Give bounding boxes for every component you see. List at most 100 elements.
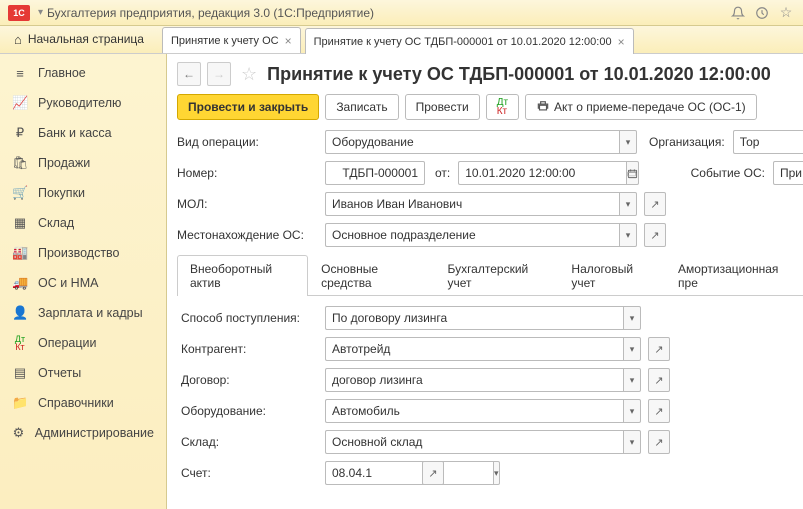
sidebar-item-production[interactable]: 🏭Производство	[0, 238, 166, 268]
contractor-label: Контрагент:	[181, 342, 321, 356]
op-type-label: Вид операции:	[177, 135, 321, 149]
nav-forward-button[interactable]: →	[207, 62, 231, 86]
open-ref-button[interactable]: ↗	[648, 368, 670, 392]
write-button[interactable]: Записать	[325, 94, 398, 120]
sidebar-item-admin[interactable]: ⚙Администрирование	[0, 418, 166, 448]
sidebar-item-reports[interactable]: ▤Отчеты	[0, 358, 166, 388]
dropdown-icon[interactable]: ▾	[623, 430, 641, 454]
favorite-star-icon[interactable]: ☆	[241, 64, 257, 85]
tab-2-label: Принятие к учету ОС ТДБП-000001 от 10.01…	[314, 36, 612, 48]
sidebar-item-os-nma[interactable]: 🚚 ОС и НМА	[0, 268, 166, 298]
org-label: Организация:	[649, 135, 725, 149]
sidebar-item-label: Зарплата и кадры	[38, 306, 143, 320]
chart-icon: 📈	[12, 95, 28, 111]
op-type-input[interactable]	[325, 130, 619, 154]
sidebar-item-salary[interactable]: 👤Зарплата и кадры	[0, 298, 166, 328]
subtab-amortization[interactable]: Амортизационная пре	[665, 255, 803, 296]
equipment-label: Оборудование:	[181, 404, 321, 418]
org-input[interactable]	[733, 130, 803, 154]
contract-label: Договор:	[181, 373, 321, 387]
tab-1-label: Принятие к учету ОС	[171, 35, 279, 47]
sidebar-item-main[interactable]: ≡Главное	[0, 58, 166, 88]
equipment-input[interactable]	[325, 399, 623, 423]
factory-icon: 🏭	[12, 245, 28, 261]
dtkt-button[interactable]: ДтКт	[486, 94, 519, 120]
location-input[interactable]	[325, 223, 619, 247]
open-ref-button[interactable]: ↗	[648, 430, 670, 454]
sidebar-item-bank[interactable]: ₽Банк и касса	[0, 118, 166, 148]
dtkt-icon: ДтКт	[12, 335, 28, 351]
dtkt-icon: ДтКт	[497, 98, 508, 116]
warehouse-label: Склад:	[181, 435, 321, 449]
sidebar-item-warehouse[interactable]: ▦ Склад	[0, 208, 166, 238]
dropdown-icon[interactable]: ▾	[619, 223, 637, 247]
history-icon[interactable]	[753, 4, 771, 22]
mol-input[interactable]	[325, 192, 619, 216]
close-icon[interactable]: ×	[618, 35, 625, 49]
method-input[interactable]	[325, 306, 623, 330]
close-icon[interactable]: ×	[285, 34, 292, 48]
tab-2[interactable]: Принятие к учету ОС ТДБП-000001 от 10.01…	[305, 28, 634, 54]
subtab-fixed-assets[interactable]: Основные средства	[308, 255, 434, 296]
tab-home-label: Начальная страница	[28, 32, 144, 46]
subtab-accounting[interactable]: Бухгалтерский учет	[434, 255, 558, 296]
folder-icon: 📁	[12, 395, 28, 411]
sidebar-item-label: Банк и касса	[38, 126, 112, 140]
dropdown-icon[interactable]: ▾	[623, 337, 641, 361]
tab-1[interactable]: Принятие к учету ОС ×	[162, 27, 301, 53]
star-icon[interactable]: ☆	[777, 4, 795, 22]
dropdown-icon[interactable]: ▾	[619, 192, 637, 216]
sidebar-item-label: Главное	[38, 66, 86, 80]
bell-icon[interactable]	[729, 4, 747, 22]
titlebar: 1C ▾ Бухгалтерия предприятия, редакция 3…	[0, 0, 803, 26]
sidebar-item-sales[interactable]: 🛍Продажи	[0, 148, 166, 178]
cart-icon: 🛒	[12, 185, 28, 201]
event-input[interactable]	[773, 161, 803, 185]
subtab-noncurrent-asset[interactable]: Внеоборотный актив	[177, 255, 308, 296]
open-ref-button[interactable]: ↗	[648, 399, 670, 423]
sub-tabs: Внеоборотный актив Основные средства Бух…	[177, 254, 803, 296]
bag-icon: 🛍	[12, 155, 28, 171]
sidebar-item-label: Справочники	[38, 396, 114, 410]
event-label: Событие ОС:	[691, 166, 765, 180]
sidebar-item-label: ОС и НМА	[38, 276, 98, 290]
home-icon: ⌂	[14, 32, 22, 47]
grid-icon: ▦	[12, 215, 28, 231]
linked-icon[interactable]: ▭	[626, 167, 636, 180]
dropdown-icon[interactable]: ▾	[623, 306, 641, 330]
sidebar-item-label: Покупки	[38, 186, 85, 200]
subtab-tax[interactable]: Налоговый учет	[558, 255, 665, 296]
dropdown-icon[interactable]: ▾	[623, 399, 641, 423]
sidebar-item-purchases[interactable]: 🛒 Покупки	[0, 178, 166, 208]
mol-label: МОЛ:	[177, 197, 321, 211]
number-label: Номер:	[177, 166, 321, 180]
sidebar: ≡Главное 📈Руководителю ₽Банк и касса 🛍Пр…	[0, 54, 167, 509]
dropdown-icon[interactable]: ▾	[619, 130, 637, 154]
contract-input[interactable]	[325, 368, 623, 392]
tab-home[interactable]: ⌂ Начальная страница	[0, 25, 158, 53]
post-button[interactable]: Провести	[405, 94, 480, 120]
dropdown-icon[interactable]: ▾	[493, 461, 500, 485]
open-ref-button[interactable]: ↗	[644, 192, 666, 216]
location-label: Местонахождение ОС:	[177, 228, 321, 242]
open-ref-button[interactable]: ↗	[644, 223, 666, 247]
contractor-input[interactable]	[325, 337, 623, 361]
sidebar-item-label: Операции	[38, 336, 96, 350]
sidebar-item-operations[interactable]: ДтКт Операции	[0, 328, 166, 358]
date-input[interactable]	[458, 161, 626, 185]
number-input[interactable]	[325, 161, 425, 185]
truck-icon: 🚚	[12, 275, 28, 291]
print-act-button[interactable]: Акт о приеме-передаче ОС (ОС-1)	[525, 94, 757, 120]
sidebar-item-manager[interactable]: 📈Руководителю	[0, 88, 166, 118]
app-title: Бухгалтерия предприятия, редакция 3.0 (1…	[47, 6, 374, 20]
post-and-close-button[interactable]: Провести и закрыть	[177, 94, 319, 120]
sidebar-item-label: Склад	[38, 216, 74, 230]
sidebar-item-directories[interactable]: 📁 Справочники	[0, 388, 166, 418]
account-input[interactable]	[325, 461, 493, 485]
open-ref-button[interactable]: ↗	[648, 337, 670, 361]
warehouse-input[interactable]	[325, 430, 623, 454]
dropdown-icon[interactable]: ▾	[38, 7, 43, 18]
nav-back-button[interactable]: ←	[177, 62, 201, 86]
dropdown-icon[interactable]: ▾	[623, 368, 641, 392]
open-ref-button[interactable]: ↗	[422, 461, 444, 485]
